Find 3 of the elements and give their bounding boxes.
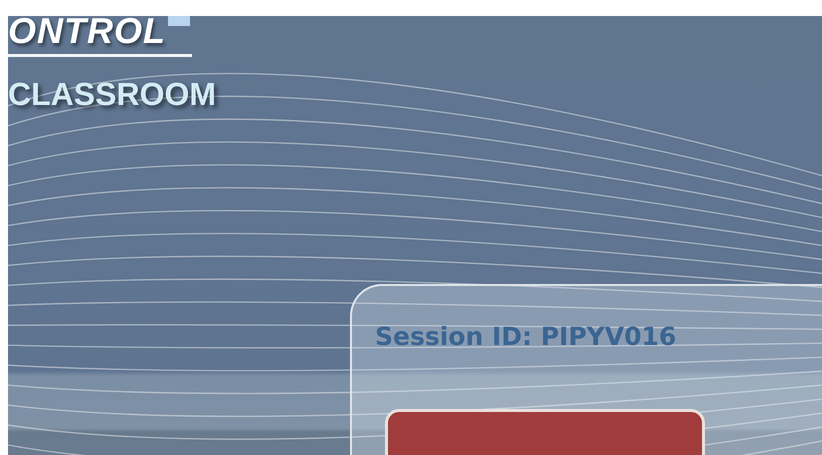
logo-title: ONTROL [8,16,166,46]
logo-square-icon [168,16,190,26]
session-id-label: Session ID: PIPYV016 [375,321,676,353]
